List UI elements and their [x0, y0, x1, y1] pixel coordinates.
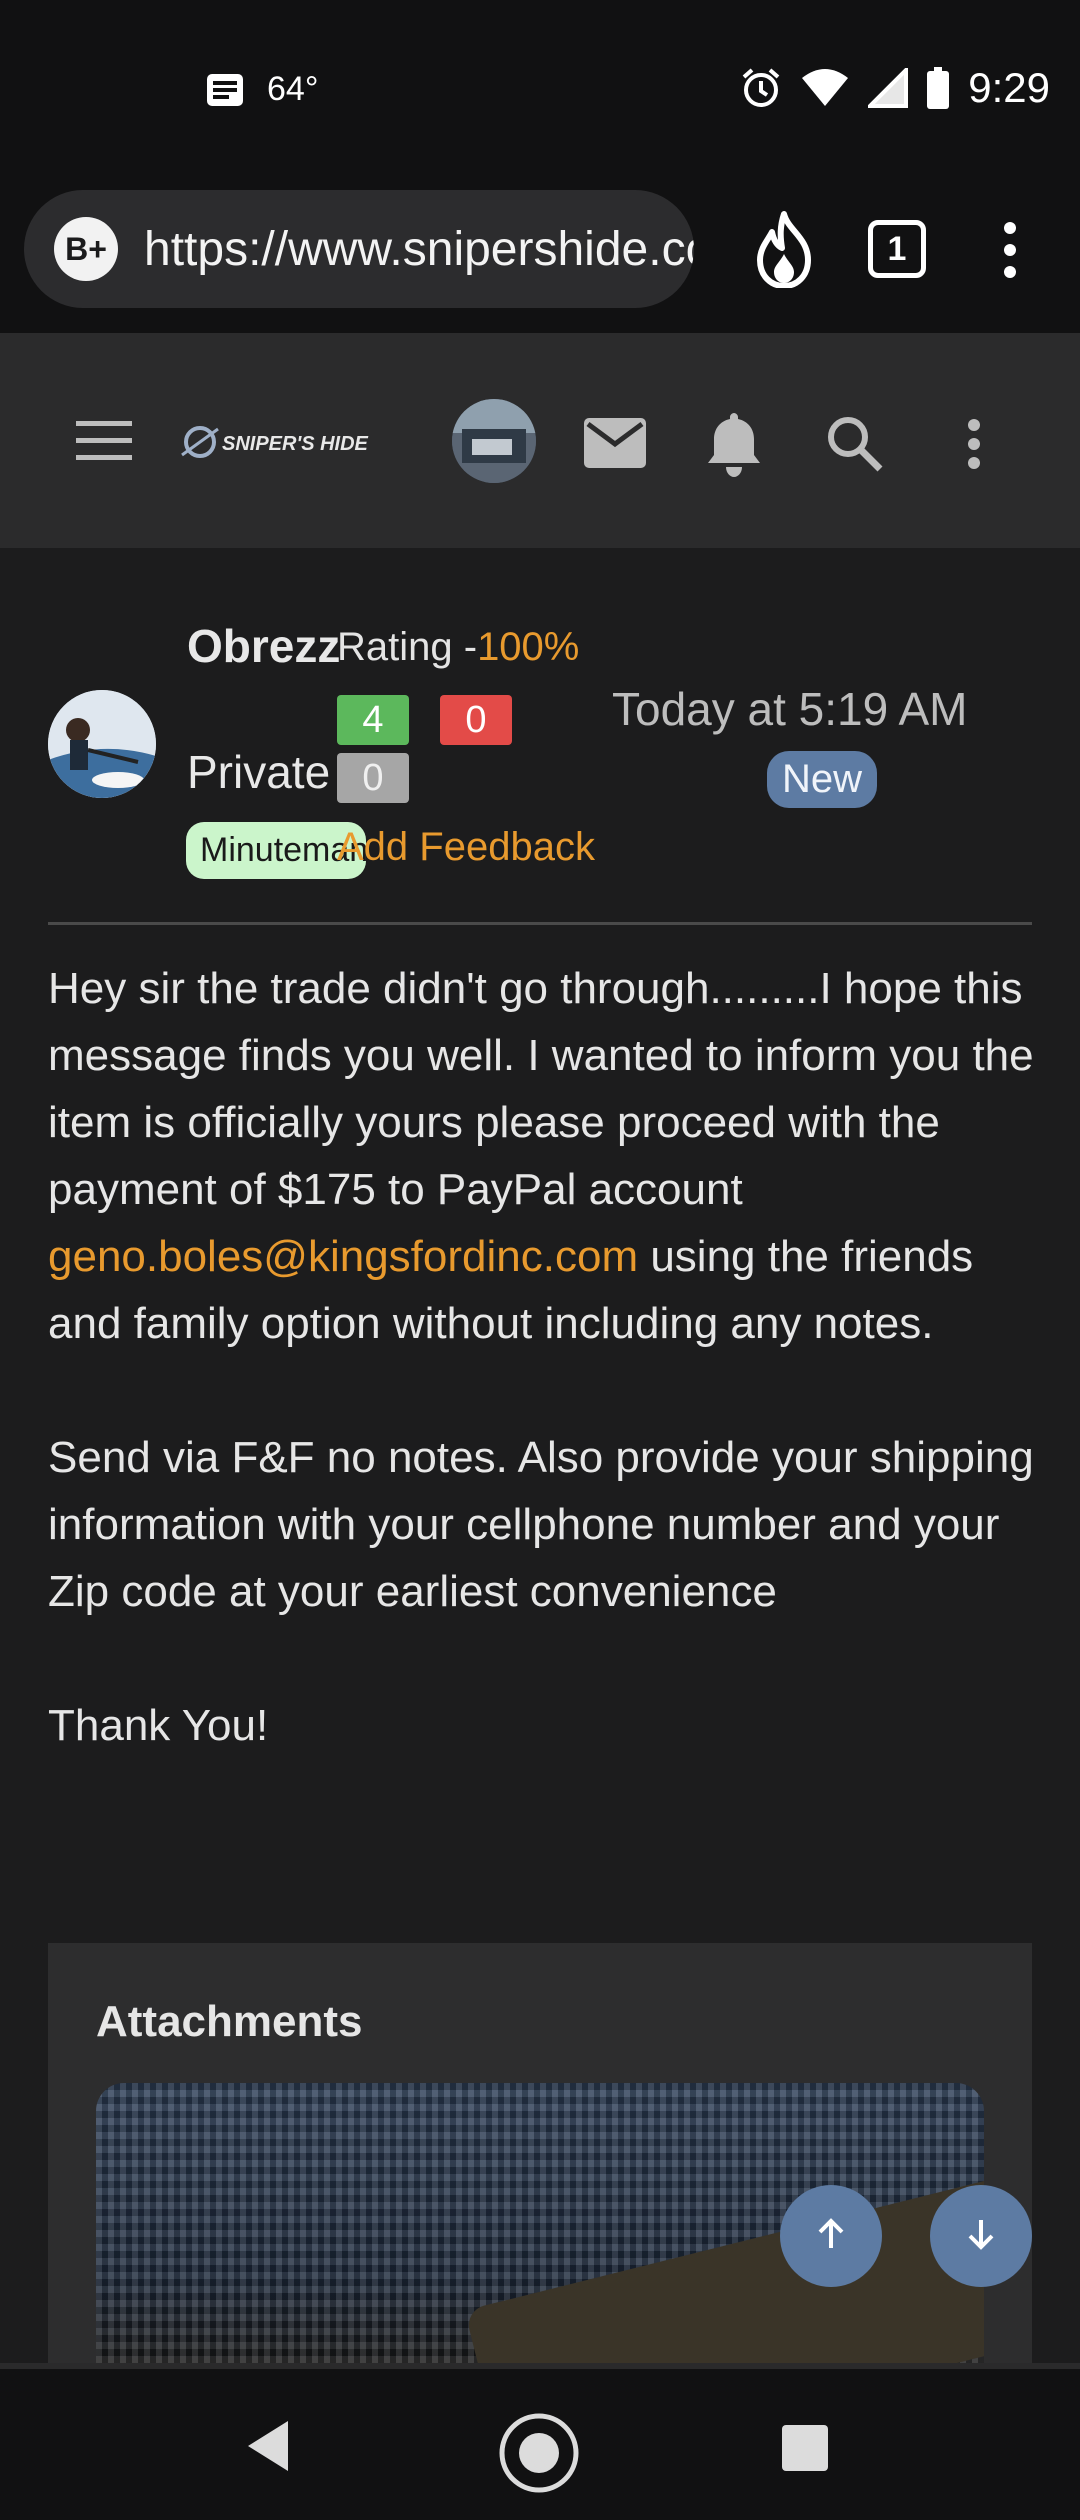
tab-switcher-button[interactable]: 1: [868, 220, 926, 278]
positive-feedback-count[interactable]: 4: [337, 695, 409, 745]
body-paragraph-2: Send via F&F no notes. Also provide your…: [48, 1433, 1034, 1616]
scroll-down-button[interactable]: [930, 2185, 1032, 2287]
site-logo[interactable]: SNIPER'S HIDE: [180, 419, 390, 470]
clock-time: 9:29: [968, 64, 1050, 111]
negative-feedback-count[interactable]: 0: [440, 695, 512, 745]
url-bar[interactable]: B+ https://www.snipershide.com/shooting/…: [24, 190, 694, 308]
battery-icon: [926, 67, 950, 109]
poster-avatar[interactable]: [48, 690, 156, 798]
attachments-title: Attachments: [96, 1997, 363, 2046]
body-paragraph-1: Hey sir the trade didn't go through.....…: [48, 955, 1038, 1357]
signal-icon: [868, 68, 909, 108]
add-feedback-link[interactable]: Add Feedback: [337, 825, 595, 870]
more-options-icon[interactable]: [966, 417, 982, 476]
home-icon[interactable]: [497, 2411, 581, 2500]
status-right: 9:29: [740, 64, 1050, 112]
fire-icon[interactable]: [752, 210, 816, 293]
hamburger-menu-icon[interactable]: [76, 421, 132, 466]
rating-label: Rating -: [337, 625, 478, 669]
wifi-icon: [800, 68, 850, 108]
neutral-feedback-count[interactable]: 0: [337, 753, 409, 803]
arrow-down-icon: [963, 2216, 999, 2257]
notifications-bell-icon[interactable]: [706, 411, 762, 482]
user-avatar[interactable]: [452, 399, 536, 483]
email-link[interactable]: geno.boles@kingsfordinc.com: [48, 1232, 638, 1281]
trader-rating: Rating -100%: [337, 625, 579, 670]
status-bar: 64° 9:29: [0, 0, 1080, 190]
system-navigation-bar: [0, 2363, 1080, 2520]
back-icon[interactable]: [244, 2419, 292, 2478]
search-icon[interactable]: [824, 413, 884, 478]
body-p1-before: Hey sir the trade didn't go through.....…: [48, 964, 1034, 1214]
browser-toolbar: B+ https://www.snipershide.com/shooting/…: [0, 180, 1080, 333]
brave-rewards-icon[interactable]: B+: [54, 217, 118, 281]
status-left: 64°: [205, 70, 318, 109]
logo-text: SNIPER'S HIDE: [222, 433, 369, 455]
body-paragraph-3: Thank You!: [48, 1701, 269, 1750]
poster-user-title: Private: [187, 746, 331, 798]
attachment-image-detail: [464, 2160, 984, 2363]
message-body: Hey sir the trade didn't go through.....…: [48, 955, 1038, 1826]
attachments-block: Attachments: [48, 1943, 1032, 2363]
header-divider: [48, 922, 1032, 925]
inbox-icon[interactable]: [584, 418, 646, 473]
new-badge: New: [767, 751, 877, 808]
news-icon: [205, 72, 245, 108]
site-header: SNIPER'S HIDE: [0, 333, 1080, 548]
rating-percent: 100%: [477, 625, 580, 669]
post-date[interactable]: Today at 5:19 AM: [612, 682, 967, 736]
temperature: 64°: [267, 70, 319, 108]
browser-menu-icon[interactable]: [1000, 218, 1020, 287]
arrow-up-icon: [813, 2216, 849, 2257]
poster-username[interactable]: Obrezz: [187, 612, 340, 680]
recents-icon[interactable]: [782, 2425, 828, 2476]
url-text[interactable]: https://www.snipershide.com/shooting/thr…: [144, 222, 694, 277]
scroll-up-button[interactable]: [780, 2185, 882, 2287]
alarm-icon: [740, 67, 782, 109]
